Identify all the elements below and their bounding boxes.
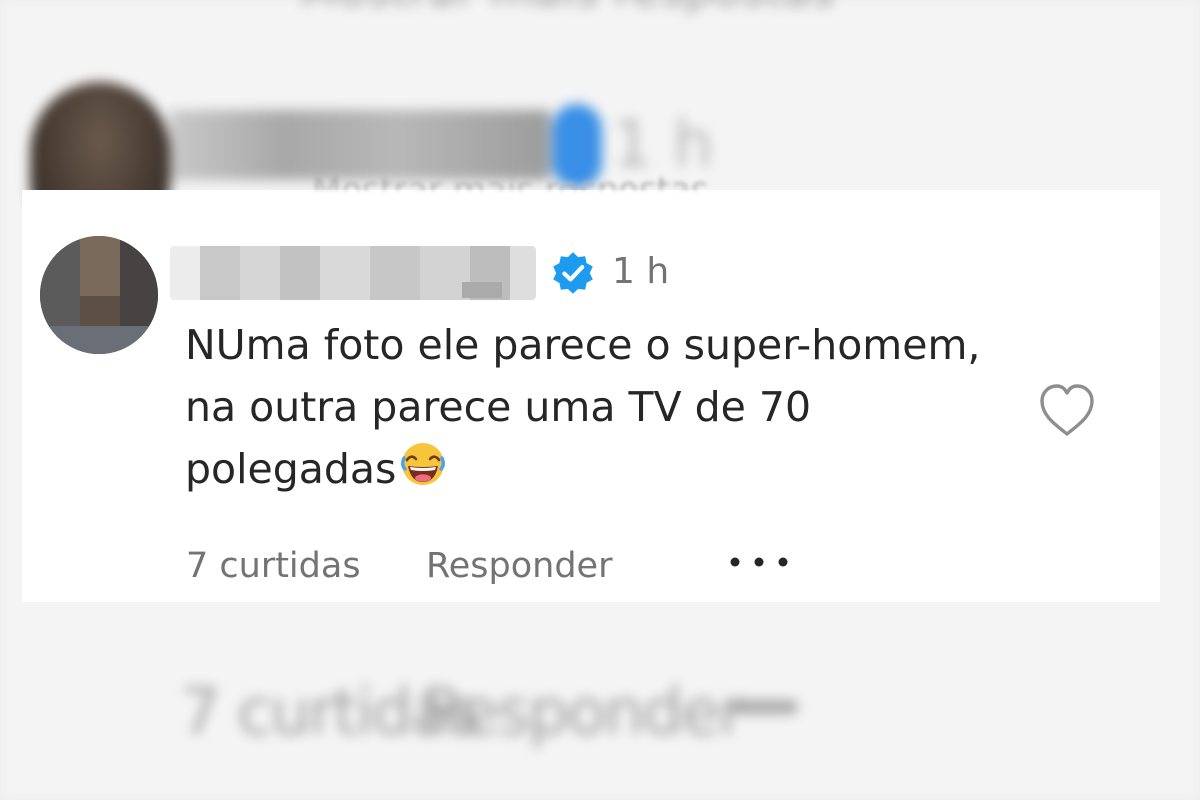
show-more-replies-link[interactable]: Mostrar mais respostas [312,162,709,190]
avatar[interactable] [40,236,158,354]
heart-icon[interactable] [1034,380,1100,440]
bg-reply-text: Responder [420,676,745,750]
likes-count-link[interactable]: 7 curtidas [186,542,361,590]
more-options-icon[interactable] [724,550,794,574]
comment-time: 1 h [612,251,670,292]
username-redacted[interactable] [170,246,536,300]
bg-more-icon [730,700,798,714]
comment-text: NUma foto ele parece o super-homem, na o… [185,314,1015,500]
bg-show-more-text: Mostrar mais respostas [300,0,835,17]
verified-badge-icon [553,252,593,294]
reply-button[interactable]: Responder [426,542,612,590]
comment-card: Mostrar mais respostas 1 h NUma foto ele… [22,170,1160,602]
laughing-emoji-icon [401,443,446,485]
comment-body: NUma foto ele parece o super-homem, na o… [185,321,981,493]
